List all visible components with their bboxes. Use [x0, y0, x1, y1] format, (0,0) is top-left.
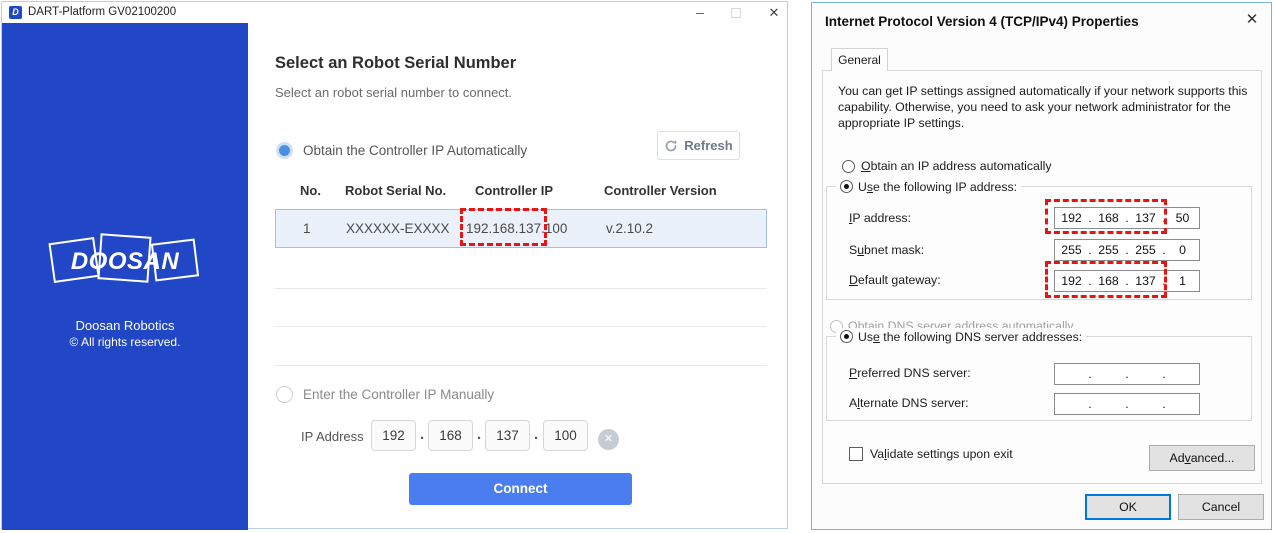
refresh-icon: [664, 139, 678, 153]
preferred-dns-label: Preferred DNS server:: [849, 366, 971, 380]
page-subtitle: Select an robot serial number to connect…: [275, 85, 512, 100]
radio-enter-ip-manually-label: Enter the Controller IP Manually: [303, 387, 494, 402]
close-button[interactable]: ✕: [765, 4, 783, 22]
alternate-dns-label: Alternate DNS server:: [849, 396, 969, 410]
sidebar: DOOSAN Doosan Robotics © All rights rese…: [2, 23, 248, 530]
refresh-label: Refresh: [684, 138, 732, 153]
col-header-controller-ip: Controller IP: [475, 183, 553, 198]
window-title: DART-Platform GV02100200: [28, 6, 176, 18]
cell-serial: XXXXXX-EXXXX: [346, 221, 450, 236]
ip-address-label: IP Address: [301, 429, 364, 444]
ip-dot: .: [477, 426, 481, 443]
ip-octet-1-input[interactable]: [371, 420, 416, 451]
highlight-box-default-gateway: [1045, 261, 1167, 298]
dart-app-icon: D: [9, 6, 22, 19]
empty-row-divider: [275, 326, 767, 327]
ok-button[interactable]: OK: [1085, 494, 1171, 520]
subnet-mask-field[interactable]: 255.255.255.0: [1054, 239, 1200, 261]
preferred-dns-field[interactable]: ...: [1054, 363, 1200, 385]
doosan-logo: DOOSAN: [49, 231, 201, 293]
empty-row-divider: [275, 288, 767, 289]
ip-octet-4-input[interactable]: [543, 420, 588, 451]
alternate-dns-field[interactable]: ...: [1054, 393, 1200, 415]
cancel-button[interactable]: Cancel: [1178, 494, 1264, 520]
radio-obtain-ip-automatically-label: Obtain an IP address automatically: [861, 159, 1052, 173]
empty-row-divider: [275, 365, 767, 366]
validate-settings-label: Validate settings upon exit: [870, 447, 1013, 461]
advanced-button[interactable]: Advanced...: [1149, 445, 1255, 471]
logo-wordmark: DOOSAN: [49, 248, 201, 276]
col-header-no: No.: [300, 183, 321, 198]
highlight-box-controller-ip: [460, 208, 547, 246]
dialog-title: Internet Protocol Version 4 (TCP/IPv4) P…: [825, 14, 1139, 29]
radio-obtain-ip-auto-label: Obtain the Controller IP Automatically: [303, 143, 527, 158]
default-gateway-label: Default gateway:: [849, 273, 941, 287]
col-header-controller-version: Controller Version: [604, 183, 717, 198]
clear-ip-icon[interactable]: ✕: [598, 429, 619, 450]
dart-platform-window: D DART-Platform GV02100200 – ✕ DOOSAN Do…: [1, 1, 788, 529]
cell-no: 1: [303, 221, 311, 236]
radio-use-following-ip[interactable]: [840, 180, 853, 193]
refresh-button[interactable]: Refresh: [657, 131, 740, 160]
dialog-description: You can get IP settings assigned automat…: [838, 84, 1250, 132]
subnet-mask-label: Subnet mask:: [849, 243, 924, 257]
tcpip-properties-dialog: Internet Protocol Version 4 (TCP/IPv4) P…: [811, 2, 1272, 530]
radio-use-following-ip-label: Use the following IP address:: [858, 180, 1017, 194]
minimize-button[interactable]: –: [690, 3, 710, 21]
ip-address-label: IP address:: [849, 211, 911, 225]
radio-enter-ip-manually[interactable]: [276, 386, 293, 403]
col-header-serial: Robot Serial No.: [345, 183, 446, 198]
copyright-text: © All rights reserved.: [2, 335, 248, 349]
radio-obtain-ip-auto[interactable]: [276, 142, 293, 159]
validate-settings-checkbox[interactable]: [849, 447, 863, 461]
close-button[interactable]: ✕: [1242, 10, 1262, 30]
ip-dot: .: [534, 426, 538, 443]
ip-octet-2-input[interactable]: [428, 420, 473, 451]
ip-dot: .: [420, 426, 424, 443]
tab-general[interactable]: General: [831, 48, 888, 71]
page-title: Select an Robot Serial Number: [275, 54, 516, 73]
group-use-following-ip: Use the following IP address: IP address…: [826, 186, 1252, 300]
maximize-button[interactable]: [731, 8, 741, 18]
radio-obtain-ip-automatically[interactable]: [842, 160, 855, 173]
connect-button[interactable]: Connect: [409, 473, 632, 505]
titlebar: D DART-Platform GV02100200 – ✕: [2, 2, 787, 23]
radio-use-following-dns-label: Use the following DNS server addresses:: [858, 330, 1082, 344]
cell-controller-version: v.2.10.2: [606, 221, 653, 236]
highlight-box-ip-address: [1045, 199, 1167, 234]
brand-name: Doosan Robotics: [2, 318, 248, 333]
group-use-following-dns: Use the following DNS server addresses: …: [826, 336, 1252, 421]
ip-octet-3-input[interactable]: [485, 420, 530, 451]
radio-use-following-dns[interactable]: [840, 330, 853, 343]
